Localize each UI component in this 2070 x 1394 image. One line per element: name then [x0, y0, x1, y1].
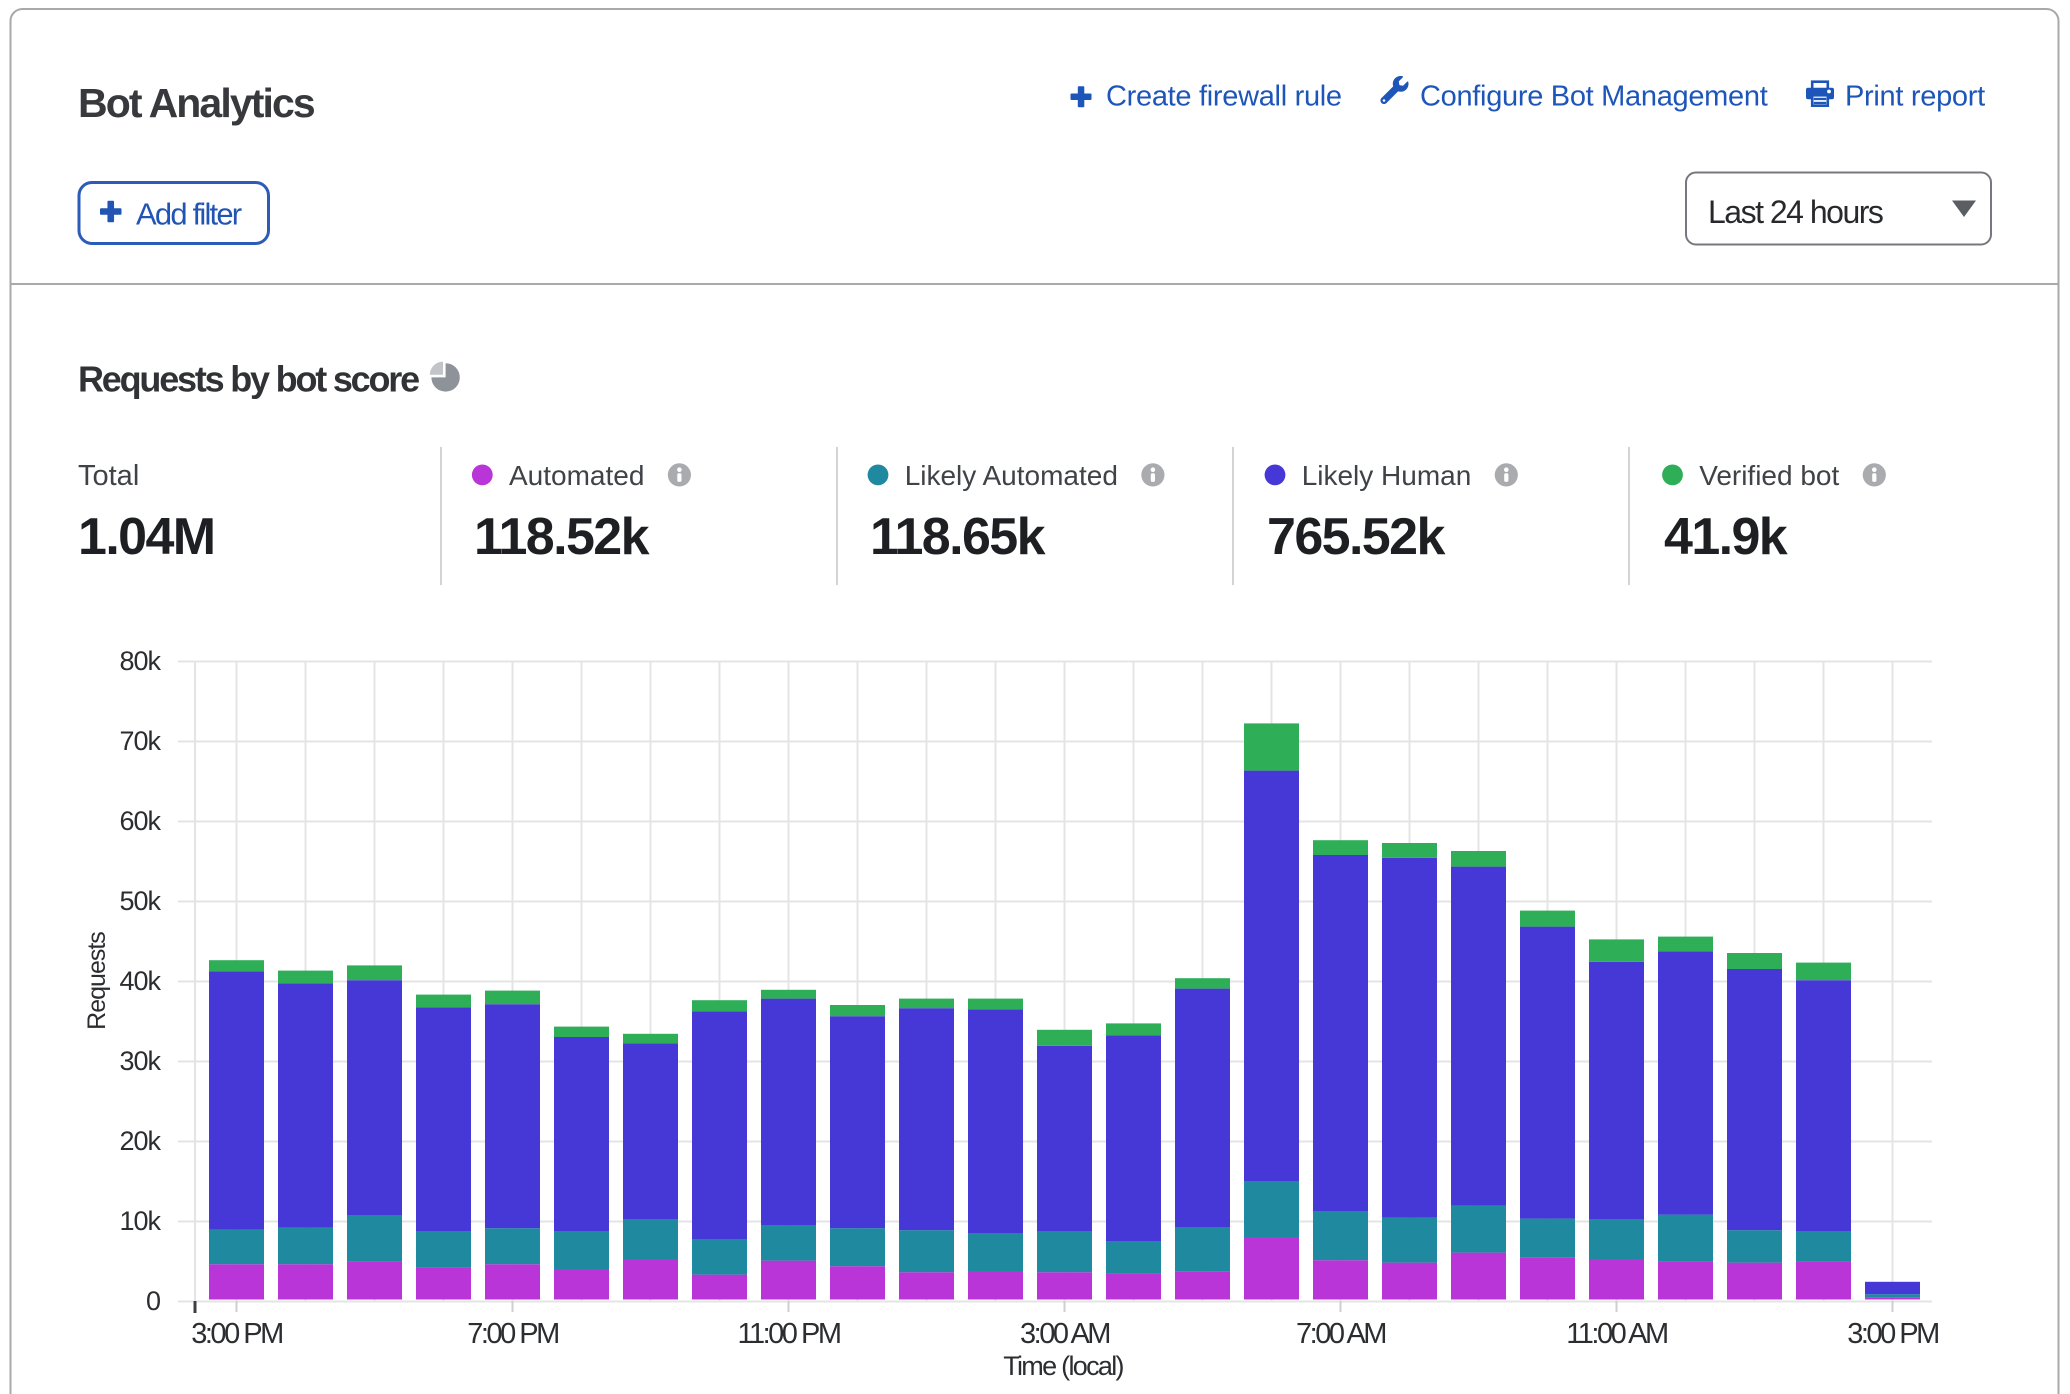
- svg-text:Verified bot: Verified bot: [1699, 460, 1839, 491]
- svg-text:70k: 70k: [119, 726, 161, 756]
- svg-text:3:00 PM: 3:00 PM: [191, 1318, 282, 1350]
- svg-text:7:00 PM: 7:00 PM: [467, 1318, 558, 1350]
- svg-text:80k: 80k: [119, 646, 161, 676]
- svg-text:Requests: Requests: [83, 932, 111, 1030]
- svg-text:20k: 20k: [119, 1126, 161, 1156]
- svg-text:Likely Human: Likely Human: [1302, 460, 1472, 491]
- svg-text:Time (local): Time (local): [1003, 1351, 1123, 1381]
- svg-text:50k: 50k: [119, 886, 161, 916]
- svg-text:118.52k: 118.52k: [474, 508, 650, 566]
- svg-text:41.9k: 41.9k: [1664, 508, 1788, 566]
- svg-text:11:00 PM: 11:00 PM: [738, 1318, 840, 1350]
- svg-text:Add filter: Add filter: [136, 197, 242, 232]
- svg-text:7:00 AM: 7:00 AM: [1296, 1318, 1385, 1350]
- svg-text:Create firewall rule: Create firewall rule: [1106, 81, 1342, 113]
- svg-text:Bot Analytics: Bot Analytics: [78, 80, 315, 126]
- svg-text:765.52k: 765.52k: [1267, 508, 1445, 566]
- svg-text:118.65k: 118.65k: [870, 508, 1046, 566]
- svg-text:60k: 60k: [119, 806, 161, 836]
- svg-text:1.04M: 1.04M: [78, 508, 215, 566]
- svg-text:Total: Total: [78, 460, 139, 492]
- svg-text:10k: 10k: [119, 1206, 161, 1236]
- svg-text:3:00 PM: 3:00 PM: [1847, 1318, 1938, 1350]
- svg-text:Print report: Print report: [1845, 81, 1985, 113]
- svg-text:11:00 AM: 11:00 AM: [1566, 1318, 1667, 1350]
- svg-text:Likely Automated: Likely Automated: [905, 460, 1118, 491]
- svg-text:Automated: Automated: [509, 460, 644, 491]
- svg-text:Last 24 hours: Last 24 hours: [1708, 194, 1883, 230]
- svg-text:30k: 30k: [119, 1046, 161, 1076]
- svg-text:40k: 40k: [119, 966, 161, 996]
- svg-text:Configure Bot Management: Configure Bot Management: [1420, 81, 1768, 113]
- svg-text:0: 0: [146, 1286, 160, 1316]
- svg-text:Requests by bot score: Requests by bot score: [78, 359, 419, 400]
- svg-text:3:00 AM: 3:00 AM: [1020, 1318, 1109, 1350]
